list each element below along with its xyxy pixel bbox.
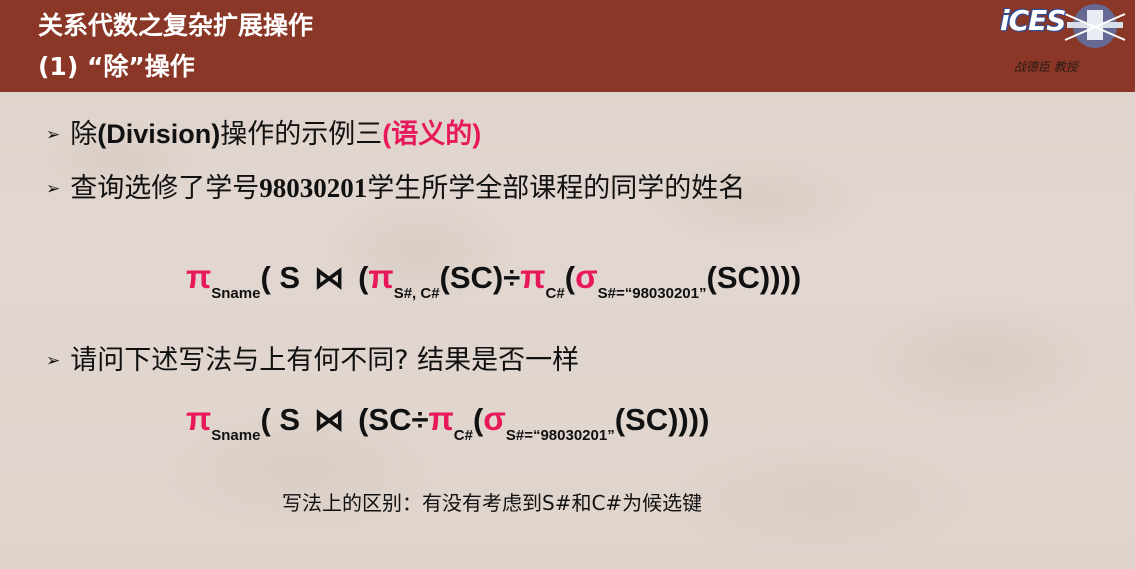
formula-text: ( S [260,402,301,437]
pi-symbol: π [368,258,394,295]
subscript: C# [545,285,565,302]
bullet-item-2: ➢ 查询选修了学号98030201学生所学全部课程的同学的姓名 [46,166,745,205]
footnote: 写法上的区别：有没有考虑到S#和C#为候选键 [282,491,703,515]
slide-header: 关系代数之复杂扩展操作 (1) “除”操作 [0,0,1135,92]
subscript: Sname [211,427,261,444]
bullet-text: 请问下述写法与上有何不同? 结果是否一样 [70,345,580,376]
arrow-bullet-icon: ➢ [46,351,61,371]
subscript: S#=“98030201” [505,427,615,444]
formula-text: ( [358,260,369,295]
bullet-item-3: ➢ 请问下述写法与上有何不同? 结果是否一样 [46,338,579,377]
formula-text: (SC)))) [614,402,710,437]
arrow-bullet-icon: ➢ [46,179,61,199]
subscript: Sname [211,285,261,302]
arrow-bullet-icon: ➢ [46,125,61,145]
formula-text: ( [472,402,484,437]
subscript: S#, C# [393,285,440,302]
division-symbol: ÷ [503,260,521,295]
formula-1: πSname( S ⋈ (πS#, C#(SC)÷πC#(σS#=“98030201… [186,258,802,302]
pi-symbol: π [428,400,454,437]
author-name: 战德臣 教授 [1014,60,1078,74]
join-symbol: ⋈ [314,262,345,295]
slide-title: 关系代数之复杂扩展操作 [38,11,314,40]
bullet-item-1: ➢ 除(Division)操作的示例三(语义的) [46,112,481,151]
bullet-text: 查询选修了学号 [70,173,260,204]
sigma-symbol: σ [575,258,598,295]
student-id: 98030201 [259,173,368,203]
bullet-text: 除 [70,119,98,150]
pi-symbol: π [186,400,212,437]
formula-text: (SC [358,402,412,437]
formula-text: (SC)))) [706,260,802,295]
bullet-text: 操作的示例三 [220,119,383,150]
subscript: S#=“98030201” [597,285,707,302]
pi-symbol: π [186,258,212,295]
logo-text: iCES [1000,4,1066,37]
slide-subtitle: (1) “除”操作 [38,52,195,81]
join-symbol: ⋈ [314,404,345,437]
formula-2: πSname( S ⋈ (SC÷πC#(σS#=“98030201”(SC)))) [186,400,710,444]
bullet-bold-text: (Division) [97,119,221,149]
formula-text: (SC) [439,260,504,295]
pi-symbol: π [520,258,546,295]
sigma-symbol: σ [483,400,506,437]
bullet-text: 学生所学全部课程的同学的姓名 [367,173,746,204]
bullet-highlight: (语义的) [382,119,482,149]
formula-text: ( S [260,260,301,295]
formula-text: ( [564,260,576,295]
division-symbol: ÷ [411,402,429,437]
subscript: C# [453,427,473,444]
